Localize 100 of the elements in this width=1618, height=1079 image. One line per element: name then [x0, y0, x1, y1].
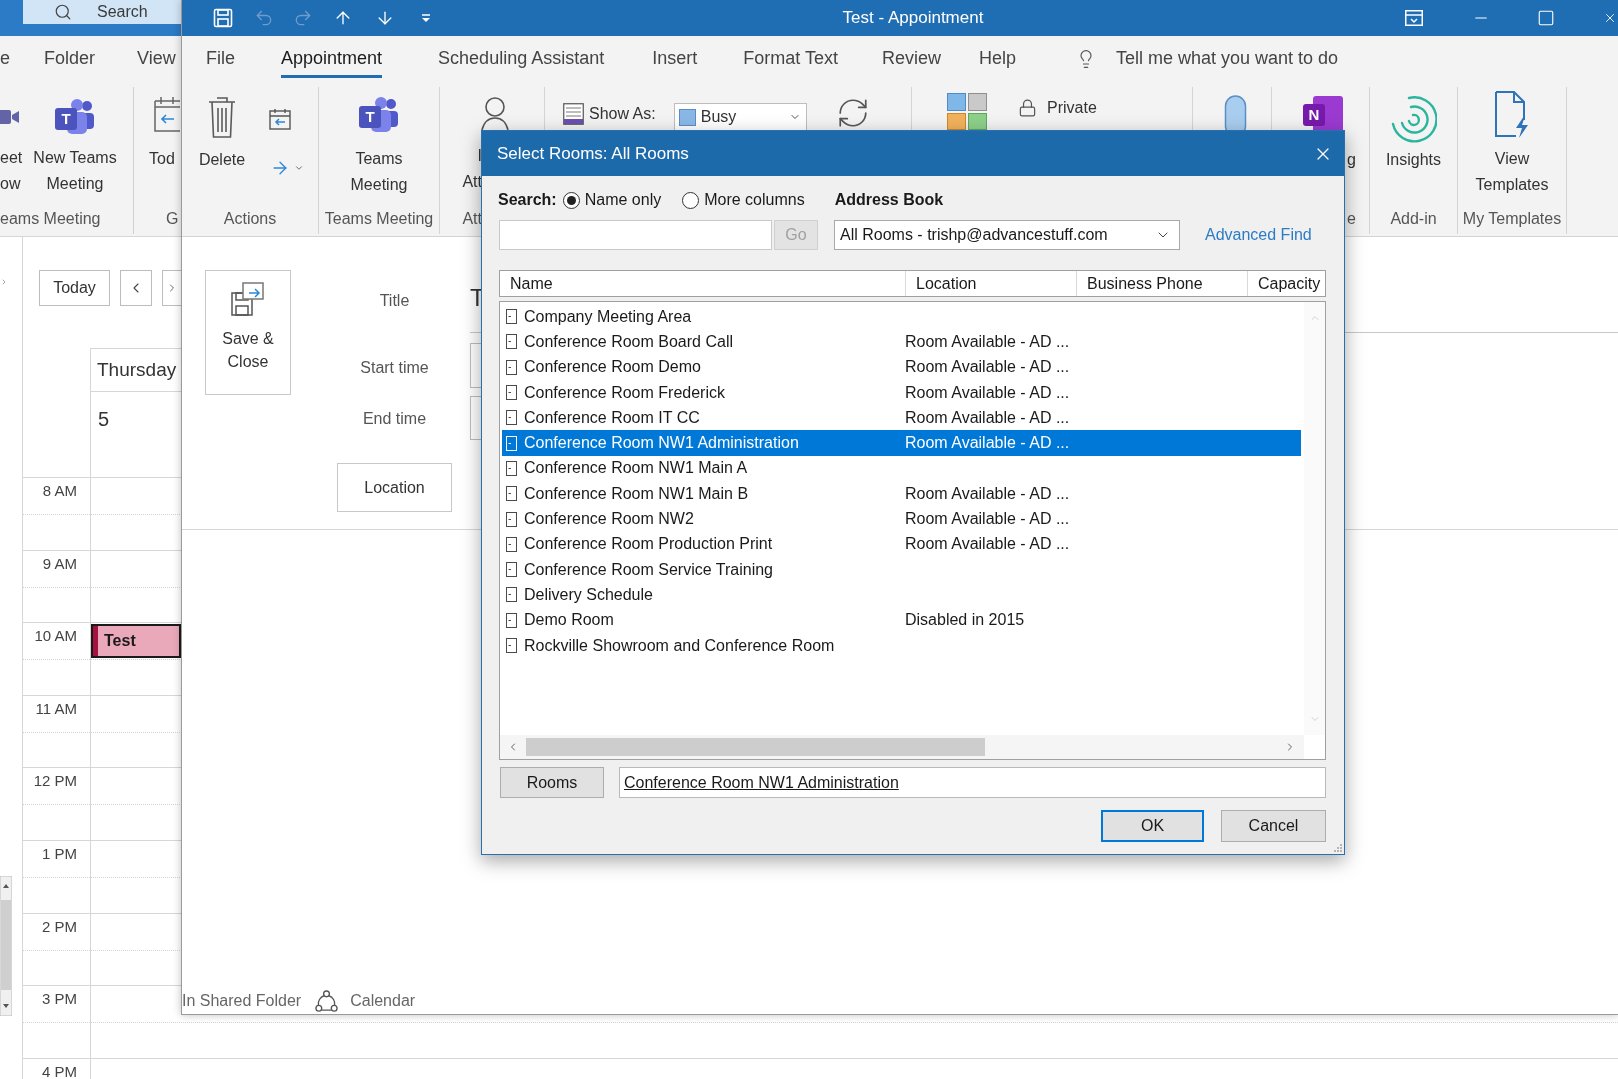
menu-tab[interactable]: View [137, 36, 176, 81]
ribbon-button[interactable]: Tod [149, 94, 180, 172]
door-icon [506, 562, 517, 578]
location-button[interactable]: Location [337, 463, 452, 512]
color-squares-icon[interactable] [947, 93, 987, 130]
view-templates-button[interactable]: View Templates [1475, 90, 1549, 198]
ribbon-button-label[interactable]: g [1347, 147, 1356, 173]
ribbon-tab[interactable]: File [206, 36, 235, 81]
table-cell-text: Room Available - AD ... [905, 534, 1070, 555]
today-button[interactable]: Today [39, 270, 110, 306]
calendar-event[interactable]: Test [91, 624, 181, 659]
horizontal-scrollbar[interactable] [500, 735, 1304, 759]
save-icon[interactable] [213, 8, 233, 28]
door-icon [506, 359, 517, 375]
ribbon-tab[interactable]: Scheduling Assistant [438, 36, 605, 81]
next-button[interactable] [162, 270, 181, 306]
date-field[interactable] [470, 396, 482, 440]
ribbon-tab[interactable]: Format Text [743, 36, 838, 81]
menu-tab[interactable]: e [0, 36, 10, 81]
radio-button[interactable]: More columns [682, 188, 805, 212]
column-header[interactable]: Business Phone [1077, 271, 1248, 296]
time-label: 11 AM [35, 700, 77, 716]
table-cell-text: Conference Room IT CC [524, 407, 700, 428]
list-row[interactable]: Demo Room Disabled in 2015 [502, 607, 1301, 633]
trash-can-icon [206, 96, 238, 139]
menu-tab[interactable]: Folder [44, 36, 96, 81]
folder-label: In Shared Folder [182, 991, 302, 1011]
radio-button[interactable]: Name only [562, 188, 662, 212]
dialog-title: Select Rooms: All Rooms [497, 142, 689, 165]
ribbon-button-label[interactable]: I Att [462, 143, 482, 195]
door-icon [506, 385, 517, 401]
list-row[interactable]: Conference Room NW1 Main B Room Available - AD ... [502, 481, 1301, 507]
list-row[interactable]: Conference Room Production Print Room Available - AD ... [502, 531, 1301, 557]
private-button[interactable]: Private [1018, 96, 1097, 120]
ribbon-tab[interactable]: Help [978, 36, 1016, 81]
rooms-button[interactable]: Rooms [500, 767, 604, 798]
dialog-button[interactable]: Cancel [1221, 810, 1326, 842]
date-label: 5 [98, 408, 110, 430]
ribbon-button[interactable]: eet ow [0, 106, 24, 197]
search-label: Search: [498, 190, 557, 210]
scrollbar-thumb[interactable] [526, 738, 985, 756]
table-cell-text: Room Available - AD ... [905, 483, 1070, 504]
delete-button[interactable]: Delete [194, 96, 250, 173]
column-header[interactable]: Capacity [1248, 271, 1325, 296]
list-row[interactable]: Conference Room NW1 Main A [502, 455, 1301, 482]
field-label: Start time [360, 358, 429, 378]
list-row[interactable]: Conference Room IT CC Room Available - AD ... [502, 405, 1301, 431]
calendar-icon[interactable] [269, 108, 291, 130]
ribbon-tab[interactable]: Insert [652, 36, 698, 81]
maximize-icon[interactable] [1537, 9, 1555, 27]
list-row[interactable]: Conference Room Demo Room Available - AD ... [502, 354, 1301, 380]
table-cell-text: Conference Room Frederick [524, 382, 725, 403]
ribbon-tab[interactable]: Appointment [281, 36, 383, 81]
document-lightning-icon [1494, 90, 1530, 138]
save-icon [231, 281, 265, 317]
search-input[interactable] [499, 220, 772, 250]
advanced-find-link[interactable]: Advanced Find [1205, 223, 1312, 247]
insights-button[interactable]: Insights [1385, 94, 1442, 173]
table-cell-text: Room Available - AD ... [905, 382, 1070, 403]
list-row[interactable]: Conference Room NW1 Administration Room Available - AD ... [502, 430, 1301, 456]
address-book-dropdown[interactable]: All Rooms - trishp@advancestuff.com [834, 220, 1180, 250]
teams-meeting-button[interactable]: T Teams Meeting [350, 96, 408, 198]
ribbon-button[interactable]: T New Teams Meeting [32, 98, 118, 197]
save-close-button[interactable]: Save & Close [205, 270, 291, 395]
list-row[interactable]: Conference Room Frederick Room Available - AD ... [502, 379, 1301, 406]
tell-me-field[interactable]: Tell me what you want to do [1076, 36, 1339, 81]
ribbon-display-icon[interactable] [1405, 10, 1423, 26]
customize-caret-icon[interactable] [421, 13, 431, 23]
column-header[interactable]: Name [500, 271, 906, 296]
time-label: 4 PM [42, 1063, 77, 1079]
column-header[interactable]: Location [906, 271, 1077, 296]
scrollbar[interactable] [0, 876, 12, 1016]
door-icon [506, 587, 517, 603]
calendar-icon [154, 94, 180, 135]
door-icon [506, 612, 517, 628]
weekday-label: Thursday [97, 357, 177, 382]
list-row[interactable]: Conference Room NW2 Room Available - AD ... [502, 506, 1301, 532]
list-row[interactable]: Conference Room Board Call Room Available - AD ... [502, 329, 1301, 355]
ribbon-tab[interactable]: Review [881, 36, 941, 81]
group-label: G [166, 209, 179, 229]
table-cell-text: Conference Room Service Training [524, 559, 773, 580]
rooms-field[interactable]: Conference Room NW1 Administration [619, 767, 1326, 798]
date-field[interactable] [470, 343, 482, 388]
table-cell-text: Conference Room NW1 Main A [524, 458, 748, 479]
list-row[interactable]: Company Meeting Area [502, 304, 1301, 330]
microphone-icon[interactable] [1224, 95, 1247, 130]
search-field[interactable]: Search [23, 0, 181, 24]
list-row[interactable]: Delivery Schedule [502, 582, 1301, 608]
table-cell-text: Delivery Schedule [524, 584, 653, 605]
resize-grip-icon[interactable] [1332, 842, 1342, 852]
list-row[interactable]: Conference Room Service Training [502, 556, 1301, 583]
list-row[interactable]: Rockville Showroom and Conference Room [502, 632, 1301, 659]
dialog-button[interactable]: OK [1101, 810, 1204, 842]
show-as-dropdown[interactable]: Busy [673, 103, 807, 130]
field-label: End time [362, 409, 427, 429]
show-as-icon [563, 103, 584, 125]
show-as-label: Show As: [589, 104, 656, 124]
person-icon[interactable] [479, 96, 511, 130]
previous-button[interactable] [120, 270, 152, 306]
door-icon [506, 486, 517, 502]
